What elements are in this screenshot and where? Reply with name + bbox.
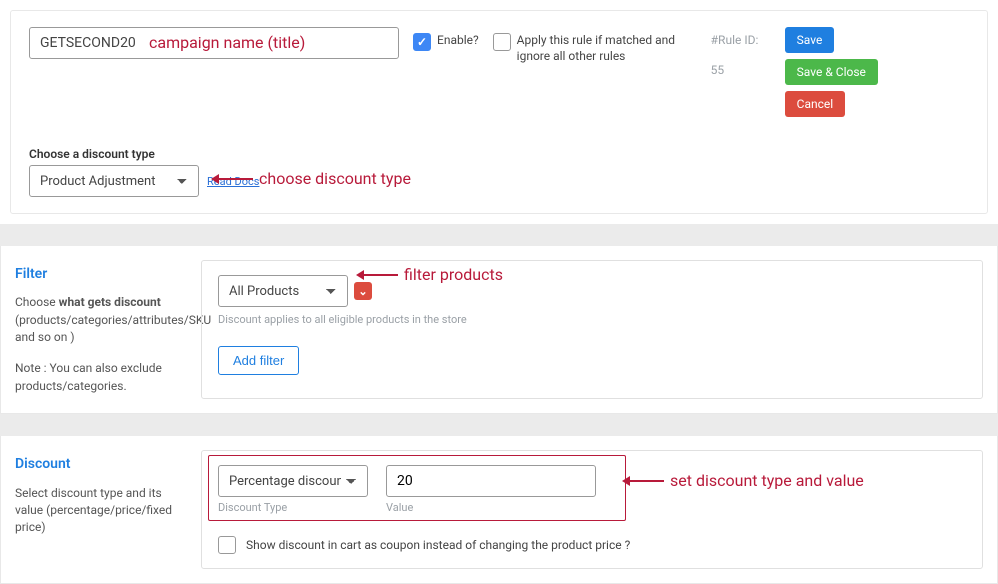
gap-2 [0,414,998,436]
discount-type-select[interactable]: Product Adjustment [29,165,199,197]
filter-heading: Filter [15,264,187,284]
apply-rule-label: Apply this rule if matched and ignore al… [517,33,697,64]
anno-set-discount: set discount type and value [630,471,864,490]
filter-right: All Products Discount applies to all eli… [201,260,983,399]
filter-expand-button[interactable] [354,282,372,300]
rule-id-value: 55 [711,63,771,77]
discount-value-input[interactable] [386,465,596,497]
enable-label: Enable? [437,33,479,49]
discount-heading: Discount [15,454,187,474]
save-button[interactable]: Save [785,27,835,53]
filter-section: Filter Choose what gets discount (produc… [0,246,998,414]
discount-section: Discount Select discount type and its va… [0,436,998,584]
enable-group: Enable? [413,33,479,51]
save-close-button[interactable]: Save & Close [785,59,878,85]
enable-checkbox[interactable] [413,33,431,51]
show-cart-row: Show discount in cart as coupon instead … [218,536,966,554]
add-filter-button[interactable]: Add filter [218,346,299,375]
show-cart-label: Show discount in cart as coupon instead … [246,538,630,552]
campaign-name-input[interactable] [29,27,399,59]
filter-desc: Choose what gets discount (products/cate… [15,294,187,346]
discount-inputs-row: Percentage discount Discount Type Value … [218,465,966,514]
top-panel: Enable? Apply this rule if matched and i… [10,10,988,214]
read-docs-link[interactable]: Read Docs [207,175,259,188]
apply-rule-group: Apply this rule if matched and ignore al… [493,33,697,64]
discount-desc: Select discount type and its value (perc… [15,485,187,537]
discount-right: Percentage discount Discount Type Value … [201,450,983,569]
discount-value-caption: Value [386,501,596,514]
action-buttons: Save Save & Close Cancel [785,27,925,117]
apply-rule-checkbox[interactable] [493,33,511,51]
top-row: Enable? Apply this rule if matched and i… [29,27,969,117]
rule-id-block: #Rule ID: 55 [711,33,771,77]
filter-hint: Discount applies to all eligible product… [218,313,966,326]
filter-left: Filter Choose what gets discount (produc… [1,246,201,413]
discount-kind-select[interactable]: Percentage discount [218,465,368,497]
show-cart-checkbox[interactable] [218,536,236,554]
discount-type-row: Choose a discount type Product Adjustmen… [29,147,969,197]
gap-1 [0,224,998,246]
filter-select-row: All Products [218,275,966,307]
filter-note: Note : You can also exclude products/cat… [15,360,187,395]
filter-select[interactable]: All Products [218,275,348,307]
discount-type-label: Choose a discount type [29,147,969,161]
rule-id-label: #Rule ID: [711,33,759,47]
cancel-button[interactable]: Cancel [785,91,846,117]
discount-left: Discount Select discount type and its va… [1,436,201,583]
discount-kind-caption: Discount Type [218,501,368,514]
